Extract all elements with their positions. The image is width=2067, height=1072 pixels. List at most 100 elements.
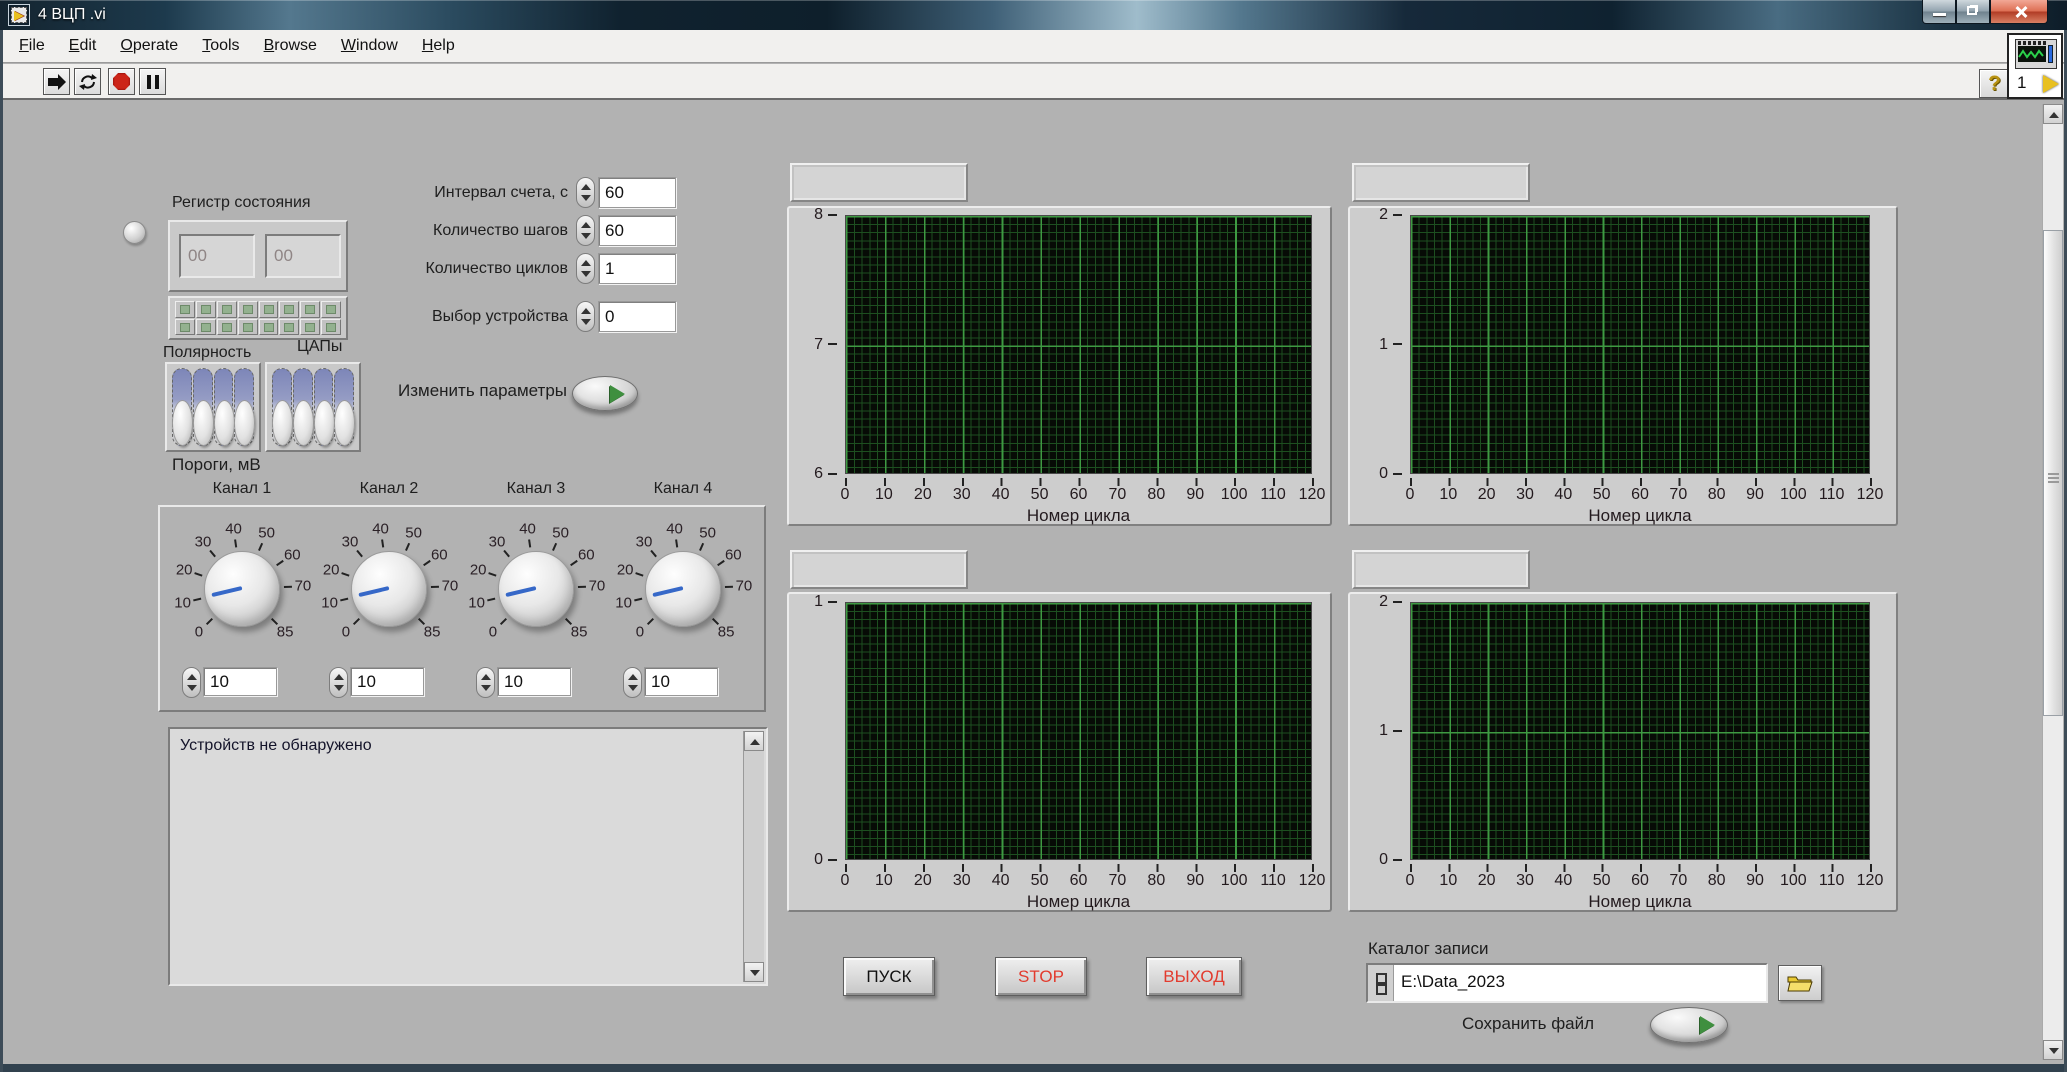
minimize-button[interactable] bbox=[1922, 0, 1956, 24]
toggle-switch[interactable] bbox=[214, 368, 234, 446]
knob-tick bbox=[570, 560, 578, 566]
steps-spinner[interactable] bbox=[576, 215, 595, 246]
knob-scale-label: 20 bbox=[176, 561, 193, 578]
run-icon bbox=[47, 74, 67, 90]
led-cell bbox=[321, 319, 341, 336]
x-tick-label: 10 bbox=[1439, 486, 1457, 504]
interval-spinner[interactable] bbox=[576, 177, 595, 208]
browse-folder-button[interactable] bbox=[1778, 965, 1822, 1001]
close-button[interactable] bbox=[1990, 0, 2048, 24]
interval-label: Интервал счета, с bbox=[348, 184, 568, 202]
title-bar[interactable]: 4 ВЦП .vi bbox=[0, 0, 2067, 30]
knob-scale-label: 70 bbox=[442, 578, 459, 595]
plot-area bbox=[845, 215, 1312, 474]
menu-help[interactable]: Help bbox=[410, 37, 467, 55]
knob-tick bbox=[258, 543, 263, 551]
device-select-field[interactable]: 0 bbox=[598, 301, 676, 332]
x-tick-label: 100 bbox=[1221, 872, 1248, 890]
knob-scale-label: 10 bbox=[321, 594, 338, 611]
panel-scrollbar[interactable] bbox=[2042, 104, 2063, 1060]
run-continuous-button[interactable] bbox=[74, 68, 101, 95]
knob-scale-label: 20 bbox=[323, 561, 340, 578]
threshold-spinner[interactable] bbox=[476, 667, 495, 698]
knob-scale-label: 0 bbox=[489, 624, 497, 641]
scroll-up-button[interactable] bbox=[744, 731, 764, 751]
led-cell bbox=[259, 319, 279, 336]
plot-area bbox=[845, 602, 1312, 860]
save-file-button[interactable] bbox=[1650, 1007, 1728, 1043]
steps-field[interactable]: 60 bbox=[598, 215, 676, 246]
y-tick-label: 1 bbox=[1379, 722, 1402, 740]
cycles-spinner[interactable] bbox=[576, 253, 595, 284]
log-scrollbar[interactable] bbox=[743, 731, 764, 982]
record-path-field[interactable]: E:\Data_2023 bbox=[1394, 965, 1766, 1001]
x-tick-label: 110 bbox=[1260, 486, 1286, 504]
threshold-field[interactable]: 10 bbox=[203, 667, 277, 696]
switch-handle bbox=[334, 400, 355, 446]
threshold-spinner[interactable] bbox=[329, 667, 348, 698]
toggle-switch[interactable] bbox=[314, 368, 334, 446]
menu-edit[interactable]: Edit bbox=[57, 37, 109, 55]
threshold-field[interactable]: 10 bbox=[350, 667, 424, 696]
x-axis-ticks bbox=[1410, 864, 1872, 872]
x-axis-title: Номер цикла bbox=[845, 892, 1312, 912]
knob-scale-label: 70 bbox=[736, 578, 753, 595]
x-tick-label: 110 bbox=[1260, 872, 1286, 890]
threshold-field[interactable]: 10 bbox=[497, 667, 571, 696]
cycles-field[interactable]: 1 bbox=[598, 253, 676, 284]
knob-channel-3: Канал 3 01020304050607085 10 bbox=[461, 480, 611, 715]
toggle-switch[interactable] bbox=[234, 368, 254, 446]
knob-tick bbox=[712, 618, 719, 625]
path-type-icon[interactable] bbox=[1368, 965, 1394, 1001]
toggle-switch[interactable] bbox=[172, 368, 192, 446]
stop-button[interactable]: STOP bbox=[995, 957, 1087, 996]
threshold-knob[interactable] bbox=[645, 551, 721, 627]
device-select-label: Выбор устройства bbox=[348, 308, 568, 326]
context-help-button[interactable]: ? bbox=[1979, 69, 2010, 98]
knob-tick bbox=[405, 543, 410, 551]
threshold-knob[interactable] bbox=[351, 551, 427, 627]
menu-operate[interactable]: Operate bbox=[108, 37, 190, 55]
led-cell bbox=[300, 319, 320, 336]
menu-tools[interactable]: Tools bbox=[190, 37, 251, 55]
scrollbar-thumb[interactable] bbox=[2043, 230, 2063, 716]
knob-tick bbox=[650, 550, 657, 557]
scroll-down-button[interactable] bbox=[2043, 1040, 2063, 1060]
knob-scale-label: 10 bbox=[468, 594, 485, 611]
menu-browse[interactable]: Browse bbox=[252, 37, 329, 55]
polarity-switch-bank bbox=[165, 362, 261, 452]
threshold-field[interactable]: 10 bbox=[644, 667, 718, 696]
scroll-up-button[interactable] bbox=[2043, 104, 2063, 124]
x-tick-label: 0 bbox=[1406, 872, 1415, 890]
run-button[interactable] bbox=[43, 68, 70, 95]
x-axis-title: Номер цикла bbox=[1410, 506, 1870, 526]
start-button[interactable]: ПУСК bbox=[843, 957, 935, 996]
scroll-down-button[interactable] bbox=[744, 962, 764, 982]
restore-button[interactable] bbox=[1956, 0, 1990, 24]
toggle-switch[interactable] bbox=[334, 368, 354, 446]
exit-button[interactable]: ВЫХОД bbox=[1146, 957, 1242, 996]
threshold-spinner[interactable] bbox=[182, 667, 201, 698]
toggle-switch[interactable] bbox=[293, 368, 313, 446]
abort-button[interactable] bbox=[108, 68, 135, 95]
register-value-1: 00 bbox=[179, 234, 255, 278]
restore-icon bbox=[1967, 6, 1977, 15]
threshold-spinner[interactable] bbox=[623, 667, 642, 698]
pause-button[interactable] bbox=[139, 68, 166, 95]
threshold-knob[interactable] bbox=[498, 551, 574, 627]
x-tick-label: 70 bbox=[1109, 486, 1127, 504]
menu-file[interactable]: File bbox=[7, 37, 57, 55]
minimize-icon bbox=[1933, 13, 1946, 16]
change-params-button[interactable] bbox=[572, 376, 638, 411]
x-tick-label: 90 bbox=[1186, 486, 1204, 504]
threshold-knob[interactable] bbox=[204, 551, 280, 627]
knob-channel-1: Канал 1 01020304050607085 10 bbox=[167, 480, 317, 715]
menu-window[interactable]: Window bbox=[329, 37, 410, 55]
device-select-spinner[interactable] bbox=[576, 301, 595, 332]
toggle-switch[interactable] bbox=[272, 368, 292, 446]
knob-scale-label: 60 bbox=[284, 546, 301, 563]
device-log[interactable]: Устройств не обнаружено bbox=[168, 727, 768, 986]
toggle-switch[interactable] bbox=[193, 368, 213, 446]
interval-field[interactable]: 60 bbox=[598, 177, 676, 208]
x-axis-title: Номер цикла bbox=[1410, 892, 1870, 912]
